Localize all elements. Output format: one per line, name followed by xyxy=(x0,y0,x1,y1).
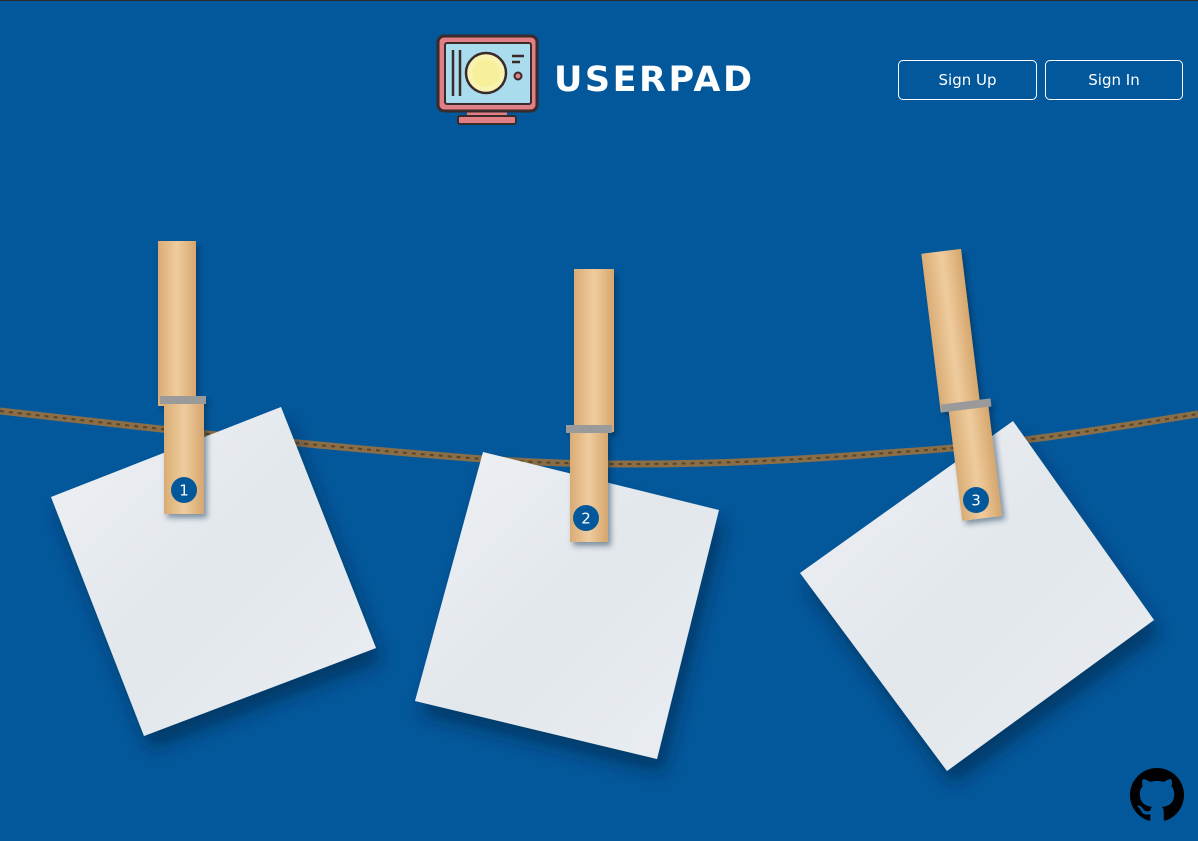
github-link[interactable] xyxy=(1130,768,1184,822)
github-icon xyxy=(1130,768,1184,821)
note-number: 3 xyxy=(971,492,981,510)
clothespin xyxy=(158,241,206,514)
note-badge-3: 3 xyxy=(963,487,989,513)
note-number: 1 xyxy=(179,482,189,500)
note-number: 2 xyxy=(581,510,591,528)
note-paper xyxy=(415,452,719,759)
clothespin xyxy=(566,269,614,542)
note-badge-1: 1 xyxy=(171,477,197,503)
clothesline-illustration: 1 2 3 xyxy=(0,241,1198,771)
note-paper xyxy=(51,407,376,736)
note-badge-2: 2 xyxy=(573,505,599,531)
